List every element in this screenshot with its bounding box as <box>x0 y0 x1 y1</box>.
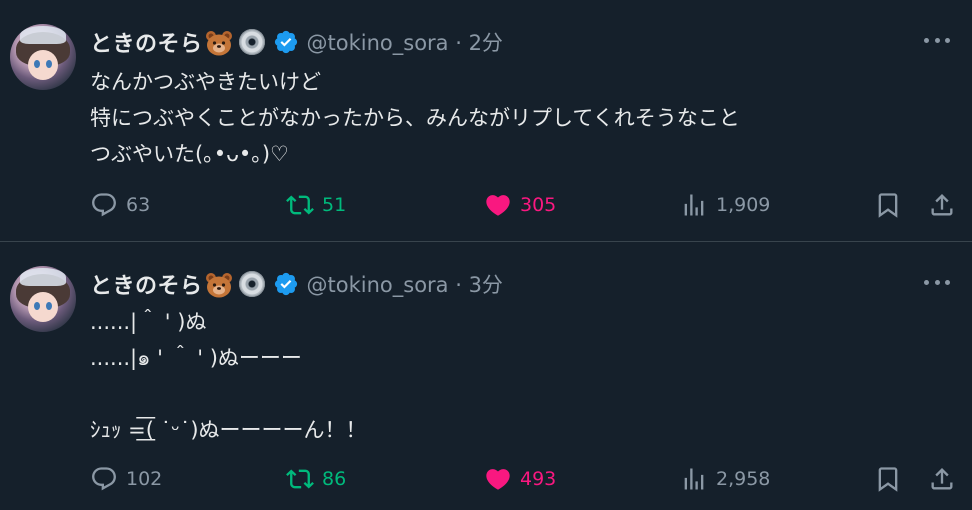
retweet-count: 51 <box>322 194 347 216</box>
views-button[interactable]: 2,958 <box>680 464 770 494</box>
retweet-button[interactable]: 86 <box>286 464 346 494</box>
tweet-line: ......|๑ ' ＾ ' )ぬーーー <box>90 346 302 370</box>
reply-count: 102 <box>126 468 163 490</box>
retweet-icon <box>286 469 314 489</box>
views-icon <box>684 468 704 490</box>
bear-emoji-icon <box>205 273 232 298</box>
share-button[interactable] <box>928 464 956 494</box>
display-name[interactable]: ときのそら <box>90 26 203 58</box>
avatar-eye <box>46 60 52 68</box>
bookmark-icon <box>878 193 898 218</box>
more-icon[interactable] <box>924 272 950 292</box>
tweet-line: つぶやいた(｡•ᴗ•｡)♡ <box>90 142 289 166</box>
reply-count: 63 <box>126 194 151 216</box>
handle-text[interactable]: @tokino_sora <box>307 273 449 297</box>
cd-emoji-icon <box>238 29 265 55</box>
tweet-header: ときのそら @tokino_sora · 3分 <box>90 266 503 302</box>
tweet-text: ......|＾ ' )ぬ ......|๑ ' ＾ ' )ぬーーー ｼｭｯ =… <box>90 304 950 448</box>
avatar[interactable] <box>10 266 76 332</box>
more-icon[interactable] <box>924 30 950 50</box>
handle[interactable]: @tokino_sora · 3分 <box>307 269 503 299</box>
like-count: 305 <box>520 194 557 216</box>
like-count: 493 <box>520 468 557 490</box>
retweet-icon <box>286 195 314 215</box>
like-icon <box>486 195 510 216</box>
avatar-eye <box>34 60 40 68</box>
tweet-line <box>90 376 950 412</box>
tweet-line: ......|＾ ' )ぬ <box>90 310 207 334</box>
timestamp[interactable]: · 3分 <box>449 273 503 297</box>
tweet-text: なんかつぶやきたいけど 特につぶやくことがなかったから、みんながリプしてくれそう… <box>90 64 950 172</box>
retweet-button[interactable]: 51 <box>286 190 346 220</box>
avatar[interactable] <box>10 24 76 90</box>
reply-button[interactable]: 102 <box>90 464 162 494</box>
retweet-count: 86 <box>322 468 347 490</box>
tweet[interactable]: ときのそら @tokino_sora · 3分 ......|＾ ' )ぬ ..… <box>0 242 972 510</box>
verified-badge-icon <box>274 30 297 54</box>
reply-button[interactable]: 63 <box>90 190 150 220</box>
timestamp[interactable]: · 2分 <box>449 31 503 55</box>
tweet-line: ｼｭｯ =͟͟͞͞( ˙ᵕ˙)ぬーーーーん！！ <box>90 418 367 442</box>
like-button[interactable]: 305 <box>484 190 556 220</box>
tweet-line: 特につぶやくことがなかったから、みんながリプしてくれそうなこと <box>90 106 740 130</box>
share-icon <box>931 468 953 490</box>
avatar-eye <box>46 302 52 310</box>
bookmark-icon <box>878 467 898 492</box>
avatar-hat <box>20 26 66 44</box>
reply-icon <box>92 467 116 491</box>
share-icon <box>931 194 953 216</box>
tweet-header: ときのそら @tokino_sora · 2分 <box>90 24 503 60</box>
tweet[interactable]: ときのそら @tokino_sora · 2分 なんかつぶやきたいけど 特につぶ… <box>0 0 972 242</box>
bear-emoji-icon <box>205 31 232 56</box>
avatar-face <box>28 50 58 80</box>
handle[interactable]: @tokino_sora · 2分 <box>307 27 503 57</box>
avatar-face <box>28 292 58 322</box>
display-name[interactable]: ときのそら <box>90 268 203 300</box>
bookmark-button[interactable] <box>874 190 902 220</box>
views-count: 2,958 <box>716 468 771 490</box>
avatar-eye <box>34 302 40 310</box>
share-button[interactable] <box>928 190 956 220</box>
reply-icon <box>92 193 116 217</box>
views-icon <box>684 194 704 216</box>
tweet-line: なんかつぶやきたいけど <box>90 70 321 94</box>
views-button[interactable]: 1,909 <box>680 190 770 220</box>
handle-text[interactable]: @tokino_sora <box>307 31 449 55</box>
like-button[interactable]: 493 <box>484 464 556 494</box>
verified-badge-icon <box>274 272 297 296</box>
bookmark-button[interactable] <box>874 464 902 494</box>
avatar-hat <box>20 268 66 286</box>
action-bar: 102 86 493 2,958 <box>90 464 953 494</box>
cd-emoji-icon <box>238 271 265 297</box>
like-icon <box>486 469 510 490</box>
action-bar: 63 51 305 1,909 <box>90 190 953 220</box>
views-count: 1,909 <box>716 194 771 216</box>
